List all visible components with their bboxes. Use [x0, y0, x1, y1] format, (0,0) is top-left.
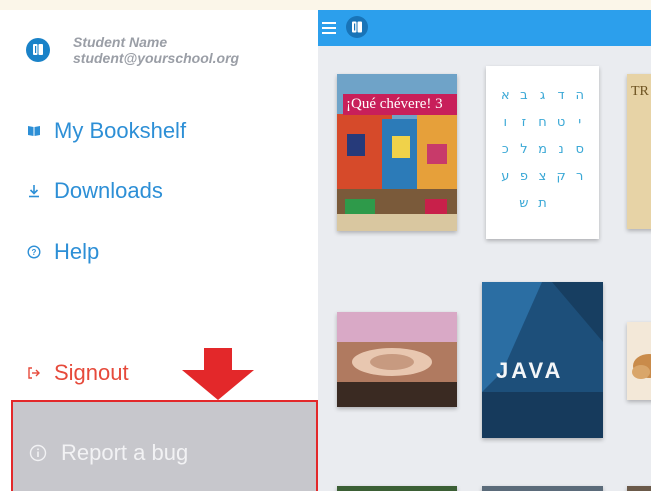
nav-label-help: Help — [54, 239, 100, 264]
report-bug-button[interactable]: Report a bug — [11, 400, 318, 491]
user-name: Student Name — [73, 34, 168, 50]
nav-label-signout: Signout — [54, 360, 129, 385]
signout-icon — [26, 365, 42, 381]
top-app-bar — [318, 10, 651, 46]
book-cover[interactable] — [337, 312, 457, 407]
nav-label-my-bookshelf: My Bookshelf — [54, 118, 187, 143]
nav-label-downloads: Downloads — [54, 178, 163, 203]
user-email: student@yourschool.org — [73, 50, 240, 66]
nav-item-help[interactable]: ? Help — [26, 239, 99, 265]
drawer-header: Student Name student@yourschool.org — [0, 10, 318, 85]
book-cover[interactable]: JAVA — [482, 282, 603, 438]
navigation-drawer: Student Name student@yourschool.org My B… — [0, 10, 318, 491]
book-cover[interactable]: ¡Qué chévere! 3 — [337, 74, 457, 231]
book-icon — [26, 123, 42, 139]
book-cover[interactable] — [482, 486, 603, 491]
book-cover[interactable] — [627, 486, 651, 491]
nav-item-my-bookshelf[interactable]: My Bookshelf — [26, 118, 186, 144]
book-cover[interactable]: TR — [627, 74, 651, 229]
book-title: JAVA — [496, 358, 564, 383]
nav-item-signout[interactable]: Signout — [26, 360, 129, 386]
book-cover[interactable] — [627, 322, 651, 400]
download-icon — [26, 183, 42, 199]
app-frame: Student Name student@yourschool.org My B… — [0, 0, 651, 491]
report-bug-label: Report a bug — [61, 440, 189, 465]
book-title: ¡Qué chévere! 3 — [343, 94, 457, 115]
help-icon: ? — [26, 244, 42, 260]
book-title: TR — [631, 84, 649, 99]
bookshelf-panel: ¡Qué chévere! 3 אבגדה וזחטי כלמנס עפצקר … — [318, 10, 651, 491]
hebrew-letter-chart: אבגדה וזחטי כלמנס עפצקר שת — [500, 88, 584, 211]
info-icon — [29, 444, 47, 462]
red-down-arrow-icon — [178, 348, 258, 400]
book-cover[interactable]: אבגדה וזחטי כלמנס עפצקר שת — [486, 66, 599, 239]
report-bug-row: Report a bug — [29, 440, 188, 466]
hamburger-menu-icon[interactable] — [322, 19, 340, 35]
nav-item-downloads[interactable]: Downloads — [26, 178, 163, 204]
book-cover[interactable] — [337, 486, 457, 491]
user-avatar-icon — [26, 38, 50, 62]
app-logo-icon — [346, 16, 368, 38]
svg-text:?: ? — [32, 248, 37, 257]
